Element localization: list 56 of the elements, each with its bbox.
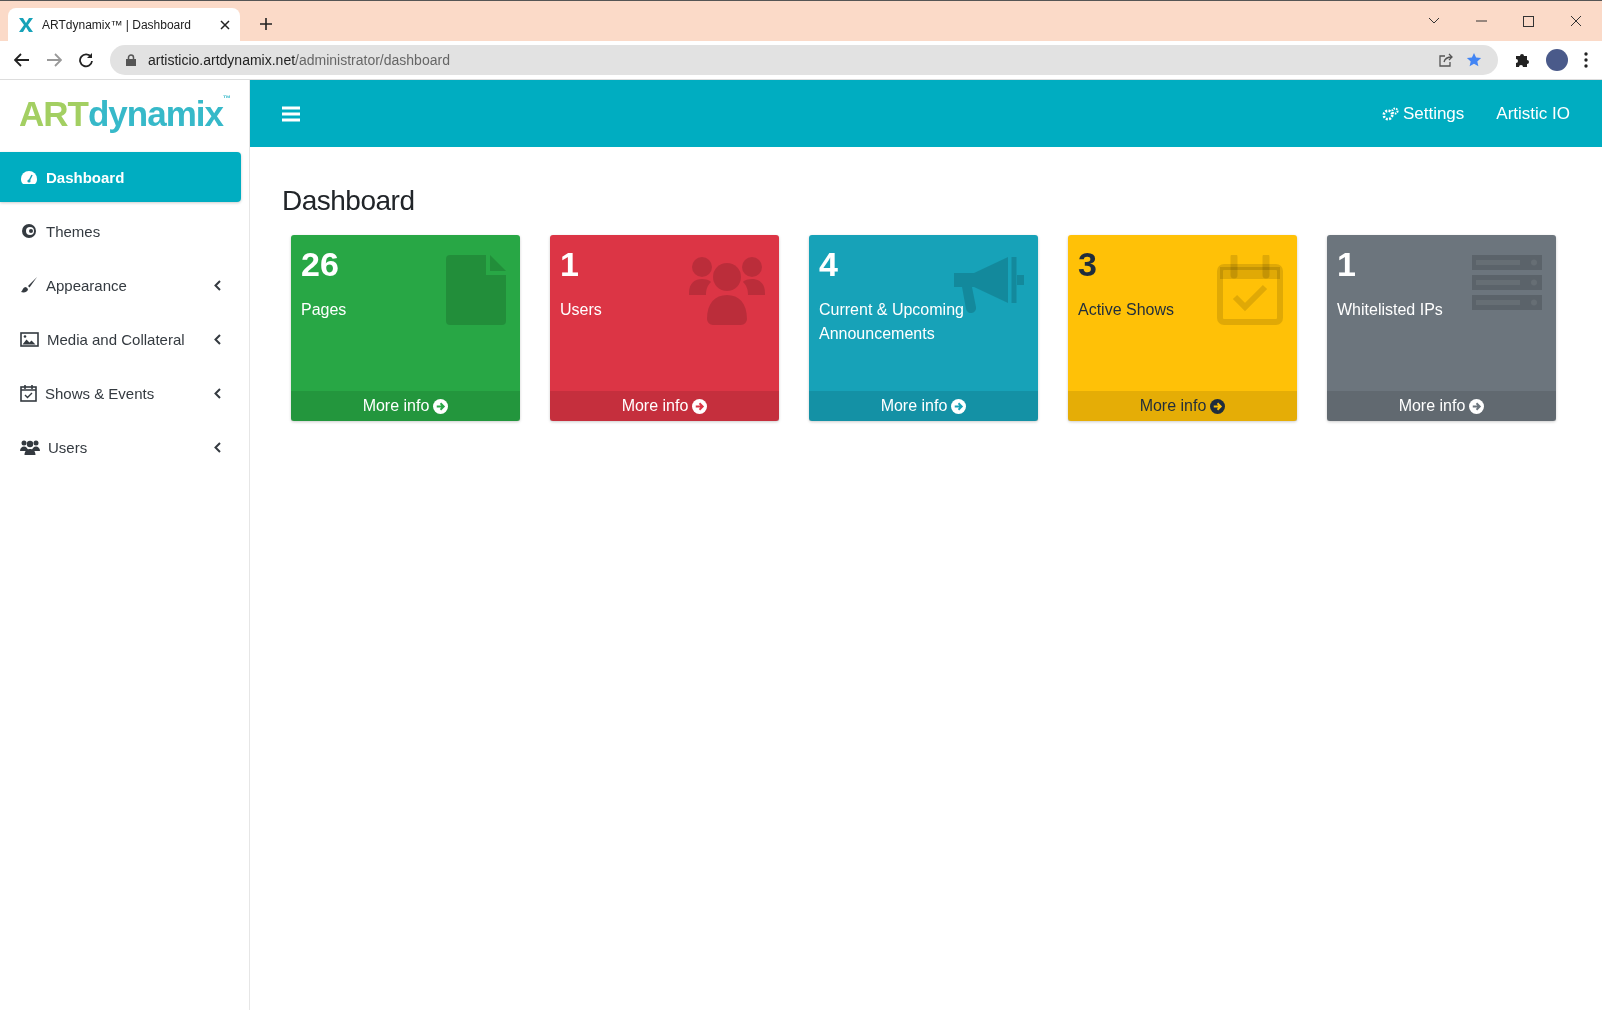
chevron-left-icon xyxy=(214,441,221,453)
new-tab-icon[interactable] xyxy=(260,18,272,30)
stat-count: 3 xyxy=(1078,245,1097,284)
lock-icon xyxy=(126,54,136,66)
chevron-left-icon xyxy=(214,333,221,345)
maximize-icon[interactable] xyxy=(1523,15,1534,27)
gauge-icon xyxy=(20,169,38,185)
more-info-link[interactable]: More info xyxy=(1068,391,1297,421)
forward-arrow-icon[interactable] xyxy=(46,53,62,67)
chevron-left-icon xyxy=(214,387,221,399)
stat-label: Whitelisted IPs xyxy=(1337,300,1444,320)
stat-label: Current & Upcoming Announcements xyxy=(819,300,965,344)
stat-count: 4 xyxy=(819,245,838,284)
more-info-link[interactable]: More info xyxy=(550,391,779,421)
picture-icon xyxy=(20,331,39,347)
stat-count: 26 xyxy=(301,245,339,284)
puzzle-piece-icon[interactable] xyxy=(1514,52,1530,68)
sidebar-item[interactable]: Themes xyxy=(0,206,241,256)
more-info-link[interactable]: More info xyxy=(1327,391,1556,421)
reload-icon[interactable] xyxy=(78,52,94,68)
arrow-circle-right-icon xyxy=(433,398,449,414)
users-icon xyxy=(689,255,765,325)
sidebar-item[interactable]: Shows & Events xyxy=(0,368,241,418)
chevron-left-icon xyxy=(214,279,221,291)
stat-label: Pages xyxy=(301,300,348,320)
arrow-circle-right-icon xyxy=(1210,398,1226,414)
close-icon[interactable] xyxy=(220,19,230,30)
arrow-circle-right-icon xyxy=(951,398,967,414)
stat-count: 1 xyxy=(560,245,579,284)
more-info-link[interactable]: More info xyxy=(809,391,1038,421)
stat-count: 1 xyxy=(1337,245,1356,284)
profile-avatar[interactable] xyxy=(1546,49,1568,71)
sidebar-item[interactable]: Users xyxy=(0,422,241,472)
calendar-check-icon xyxy=(1217,255,1283,325)
users-icon xyxy=(20,439,40,455)
sidebar-item[interactable]: Appearance xyxy=(0,260,241,310)
share-icon[interactable] xyxy=(1439,53,1454,67)
tab-title: ARTdynamix™ | Dashboard xyxy=(42,17,192,32)
star-icon[interactable] xyxy=(1466,52,1482,68)
close-icon[interactable] xyxy=(1570,15,1582,27)
calendar-check-icon xyxy=(20,384,37,402)
more-info-link[interactable]: More info xyxy=(291,391,520,421)
x-logo-icon xyxy=(18,16,34,33)
menu-icon[interactable] xyxy=(282,105,300,122)
stat-label: Users xyxy=(560,300,603,320)
page-title: Dashboard xyxy=(282,185,416,217)
more-vertical-icon[interactable] xyxy=(1584,52,1588,68)
chevron-down-icon[interactable] xyxy=(1428,17,1440,25)
file-icon xyxy=(446,255,506,325)
stat-label: Active Shows xyxy=(1078,300,1176,320)
address-field[interactable]: artisticio.artdynamix.net/administrator/dashboard xyxy=(110,45,1498,75)
arrow-circle-right-icon xyxy=(692,398,708,414)
back-arrow-icon[interactable] xyxy=(14,53,30,67)
arrow-circle-right-icon xyxy=(1469,398,1485,414)
sidebar-item[interactable]: Media and Collateral xyxy=(0,314,241,364)
browser-tab[interactable]: ARTdynamix™ | Dashboard xyxy=(8,8,240,41)
